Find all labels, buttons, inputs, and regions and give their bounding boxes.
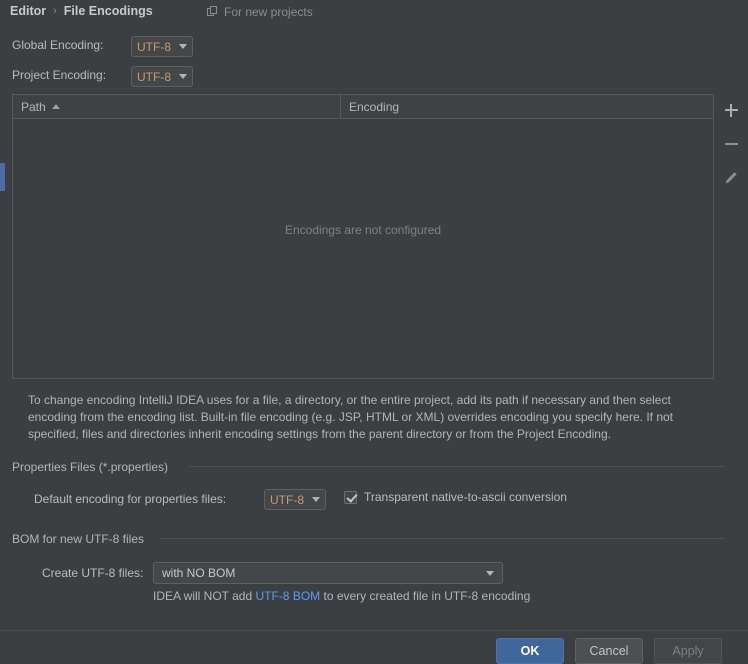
properties-files-group-title: Properties Files (*.properties) <box>12 460 175 474</box>
file-encodings-settings-page: Editor › File Encodings For new projects… <box>0 0 748 664</box>
sort-ascending-icon <box>51 104 60 109</box>
for-new-projects-link[interactable]: For new projects <box>207 5 313 19</box>
bom-group-title: BOM for new UTF-8 files <box>12 532 151 546</box>
project-encoding-value: UTF-8 <box>137 69 171 84</box>
for-new-projects-label: For new projects <box>224 5 313 19</box>
ok-button[interactable]: OK <box>496 638 564 664</box>
chevron-down-icon <box>179 44 187 49</box>
global-encoding-label: Global Encoding: <box>12 38 104 52</box>
encodings-table[interactable]: Path Encoding Encodings are not configur… <box>12 94 714 379</box>
create-utf8-files-value: with NO BOM <box>162 566 236 580</box>
create-utf8-files-label: Create UTF-8 files: <box>42 566 144 580</box>
column-header-path[interactable]: Path <box>13 95 341 118</box>
column-header-encoding[interactable]: Encoding <box>341 95 713 118</box>
chevron-down-icon <box>312 497 320 502</box>
breadcrumb-separator: › <box>53 5 57 17</box>
transparent-native-to-ascii-checkbox[interactable] <box>344 490 357 504</box>
transparent-native-to-ascii-row[interactable]: Transparent native-to-ascii conversion <box>344 490 567 504</box>
description-text: To change encoding IntelliJ IDEA uses fo… <box>28 393 673 441</box>
default-properties-encoding-combo[interactable]: UTF-8 <box>264 489 326 510</box>
table-header-row: Path Encoding <box>13 95 713 119</box>
bom-group-divider <box>160 538 724 539</box>
bom-hint-after: to every created file in UTF-8 encoding <box>320 589 531 603</box>
default-properties-encoding-label: Default encoding for properties files: <box>34 492 227 506</box>
breadcrumb: Editor › File Encodings <box>10 4 153 18</box>
chevron-down-icon <box>179 74 187 79</box>
properties-files-group-divider <box>190 466 724 467</box>
column-header-path-label: Path <box>21 99 46 114</box>
breadcrumb-current: File Encodings <box>63 4 153 18</box>
global-encoding-combo[interactable]: UTF-8 <box>131 36 193 57</box>
table-toolbar <box>714 94 748 379</box>
project-encoding-combo[interactable]: UTF-8 <box>131 66 193 87</box>
transparent-native-to-ascii-label: Transparent native-to-ascii conversion <box>364 490 567 504</box>
create-utf8-files-combo[interactable]: with NO BOM <box>153 562 503 584</box>
footer-divider <box>0 630 748 631</box>
column-header-encoding-label: Encoding <box>349 99 400 114</box>
default-properties-encoding-value: UTF-8 <box>270 492 304 507</box>
chevron-down-icon <box>486 570 494 576</box>
edit-button[interactable] <box>718 166 744 190</box>
add-button[interactable] <box>718 98 744 122</box>
cancel-button[interactable]: Cancel <box>575 638 643 664</box>
left-scrollbar-thumb[interactable] <box>0 163 5 191</box>
table-empty-message: Encodings are not configured <box>284 223 442 237</box>
project-encoding-label: Project Encoding: <box>12 68 107 82</box>
breadcrumb-parent[interactable]: Editor <box>10 4 46 18</box>
bom-hint-link[interactable]: UTF-8 BOM <box>255 589 320 603</box>
bom-hint-before: IDEA will NOT add <box>153 589 256 603</box>
bom-hint-text: IDEA will NOT add UTF-8 BOM to every cre… <box>153 589 530 603</box>
global-encoding-value: UTF-8 <box>137 39 171 54</box>
apply-button[interactable]: Apply <box>654 638 722 664</box>
table-body[interactable]: Encodings are not configured <box>13 119 713 378</box>
pencil-icon <box>725 172 737 184</box>
remove-button[interactable] <box>718 132 744 156</box>
copy-icon <box>207 6 219 18</box>
